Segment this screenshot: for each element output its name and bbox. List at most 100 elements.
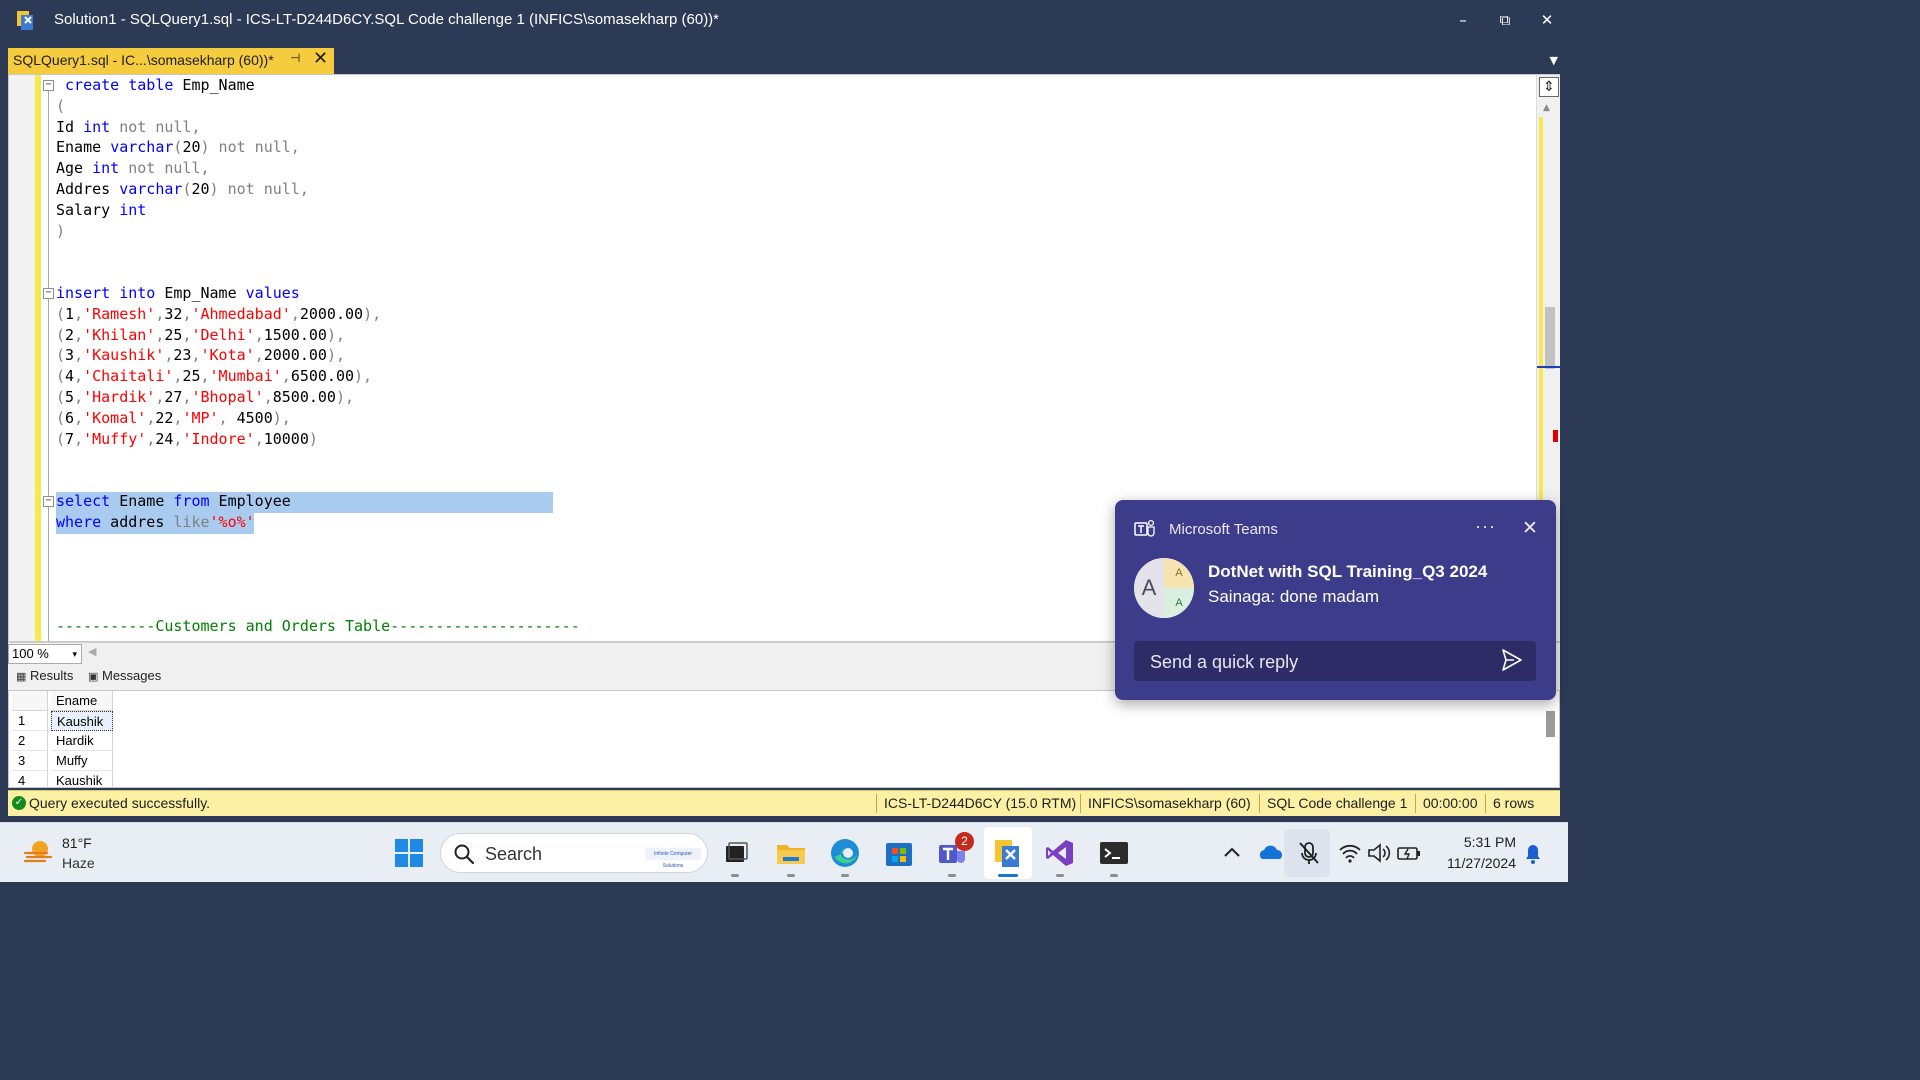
quick-reply-input[interactable]: Send a quick reply bbox=[1134, 641, 1536, 681]
code-token: Salary bbox=[56, 200, 120, 219]
window-title: Solution1 - SQLQuery1.sql - ICS-LT-D244D… bbox=[54, 11, 720, 28]
editor-margin bbox=[9, 75, 35, 641]
code-line[interactable]: (2,'Khilan',25,'Delhi',1500.00), bbox=[56, 325, 345, 345]
code-token: not null, bbox=[119, 159, 210, 178]
running-indicator bbox=[1110, 874, 1118, 877]
row-number[interactable]: 4 bbox=[12, 771, 48, 787]
code-token: values bbox=[245, 284, 300, 302]
microphone-muted-icon[interactable] bbox=[1295, 837, 1323, 869]
terminal-icon[interactable] bbox=[1098, 837, 1130, 869]
column-header-ename[interactable]: Ename bbox=[51, 691, 113, 711]
title-bar: Solution1 - SQLQuery1.sql - ICS-LT-D244D… bbox=[0, 0, 1568, 44]
results-grid[interactable]: Ename 1 Kaushik 2 Hardik 3 Muffy 4 Kaush… bbox=[8, 690, 1560, 788]
code-line[interactable]: select Ename from Employee bbox=[56, 491, 291, 511]
code-token: 'Kaushik' bbox=[83, 346, 165, 365]
error-marker bbox=[1553, 430, 1558, 442]
code-line[interactable]: create table Emp_Name bbox=[56, 75, 255, 95]
code-line[interactable]: (6,'Komal',22,'MP', 4500), bbox=[56, 408, 291, 428]
scroll-thumb[interactable] bbox=[1545, 307, 1555, 369]
code-token: , bbox=[191, 346, 201, 365]
onedrive-icon[interactable] bbox=[1257, 837, 1285, 869]
code-line[interactable]: (3,'Kaushik',23,'Kota',2000.00), bbox=[56, 345, 345, 365]
weather-temperature[interactable]: 81°F bbox=[62, 835, 92, 851]
running-indicator bbox=[787, 874, 795, 877]
edge-icon[interactable] bbox=[829, 837, 861, 869]
cell-ename[interactable]: Muffy bbox=[51, 751, 113, 771]
tab-results[interactable]: ▦ Results bbox=[16, 668, 73, 683]
grid-scroll-thumb[interactable] bbox=[1546, 711, 1555, 737]
code-line[interactable]: where addres like'%o%' bbox=[56, 512, 255, 532]
code-line[interactable]: Salary int bbox=[56, 200, 146, 220]
collapse-region-icon[interactable]: − bbox=[43, 496, 54, 507]
weather-description[interactable]: Haze bbox=[62, 855, 95, 871]
code-token: 4 bbox=[65, 367, 75, 386]
code-token: ), bbox=[272, 408, 291, 427]
row-number[interactable]: 1 bbox=[12, 711, 48, 731]
teams-notification[interactable]: Microsoft Teams ··· ✕ A A A DotNet with … bbox=[1115, 500, 1556, 700]
code-token: ( bbox=[56, 346, 66, 365]
windows-start-icon[interactable] bbox=[393, 837, 425, 869]
scroll-left-arrow-icon[interactable]: ◀ bbox=[88, 645, 96, 658]
wifi-icon[interactable] bbox=[1337, 837, 1363, 869]
battery-charging-icon[interactable] bbox=[1396, 837, 1422, 869]
clock-date[interactable]: 11/27/2024 bbox=[1437, 855, 1516, 871]
speaker-icon[interactable] bbox=[1366, 837, 1392, 869]
scroll-up-arrow-icon[interactable]: ▲ bbox=[1543, 103, 1550, 113]
close-tab-icon[interactable]: ✕ bbox=[313, 48, 328, 69]
code-token: , bbox=[218, 408, 237, 427]
haze-weather-icon[interactable] bbox=[22, 837, 54, 869]
tab-messages[interactable]: ▣ Messages bbox=[88, 668, 161, 683]
code-token: ( bbox=[56, 367, 66, 386]
code-token: ( bbox=[56, 388, 66, 406]
restore-button[interactable]: ⧉ bbox=[1490, 8, 1520, 32]
tab-sqlquery1[interactable]: SQLQuery1.sql - IC...\somasekharp (60))*… bbox=[8, 48, 334, 74]
row-number[interactable]: 3 bbox=[12, 751, 48, 771]
code-token: 6500.00 bbox=[290, 367, 355, 386]
code-line[interactable]: (7,'Muffy',24,'Indore',10000) bbox=[56, 429, 318, 449]
row-number[interactable]: 2 bbox=[12, 731, 48, 751]
cell-ename[interactable]: Kaushik bbox=[51, 771, 113, 787]
task-view-icon[interactable] bbox=[720, 837, 752, 869]
close-notification-icon[interactable]: ✕ bbox=[1522, 517, 1538, 540]
file-explorer-icon[interactable] bbox=[775, 837, 807, 869]
code-line[interactable]: (5,'Hardik',27,'Bhopal',8500.00), bbox=[56, 387, 354, 407]
code-token: 'Mumbai' bbox=[209, 367, 282, 386]
code-line[interactable]: Age int not null, bbox=[56, 158, 210, 178]
toast-message: Sainaga: done madam bbox=[1208, 587, 1380, 606]
clock-time[interactable]: 5:31 PM bbox=[1462, 834, 1516, 850]
zoom-select[interactable]: 100 % ▾ bbox=[8, 644, 82, 664]
code-token: , bbox=[74, 304, 84, 323]
code-token: insert bbox=[56, 284, 111, 302]
notification-bell-icon[interactable] bbox=[1520, 837, 1546, 869]
code-line[interactable]: insert into Emp_Name values bbox=[56, 283, 300, 303]
code-token: 25 bbox=[164, 325, 183, 344]
code-line[interactable]: Ename varchar(20) not null, bbox=[56, 137, 300, 157]
running-indicator bbox=[841, 874, 849, 877]
collapse-region-icon[interactable]: − bbox=[43, 80, 54, 91]
code-line[interactable]: (4,'Chaitali',25,'Mumbai',6500.00), bbox=[56, 366, 372, 386]
visual-studio-icon[interactable] bbox=[1044, 837, 1076, 869]
code-token: addres bbox=[101, 512, 174, 531]
more-options-icon[interactable]: ··· bbox=[1475, 516, 1496, 537]
cell-ename[interactable]: Kaushik bbox=[51, 711, 113, 731]
ssms-taskbar-icon[interactable] bbox=[992, 837, 1024, 869]
close-window-button[interactable]: ✕ bbox=[1532, 8, 1562, 32]
cell-ename[interactable]: Hardik bbox=[51, 731, 113, 751]
code-line[interactable]: ( bbox=[56, 96, 65, 116]
taskbar-search[interactable]: Search Infinite Computer Solutions bbox=[440, 833, 708, 873]
code-line[interactable]: (1,'Ramesh',32,'Ahmedabad',2000.00), bbox=[56, 304, 381, 324]
code-line[interactable]: ) bbox=[56, 221, 65, 241]
code-line[interactable]: Addres varchar(20) not null, bbox=[56, 179, 309, 199]
chevron-up-icon[interactable] bbox=[1218, 837, 1246, 869]
send-icon[interactable] bbox=[1500, 647, 1524, 673]
split-view-icon[interactable]: ⇕ bbox=[1539, 77, 1559, 97]
collapse-region-icon[interactable]: − bbox=[43, 288, 54, 299]
code-line[interactable]: Id int not null, bbox=[56, 117, 201, 137]
pin-icon[interactable]: ⊣ bbox=[290, 51, 300, 65]
microsoft-store-icon[interactable] bbox=[883, 837, 915, 869]
tab-overflow-dropdown-icon[interactable]: ▼ bbox=[1550, 54, 1558, 67]
code-line[interactable]: -----------Customers and Orders Table---… bbox=[56, 616, 580, 636]
code-token: Ename bbox=[56, 138, 111, 157]
minimize-button[interactable]: – bbox=[1448, 8, 1478, 32]
status-divider bbox=[876, 794, 877, 813]
